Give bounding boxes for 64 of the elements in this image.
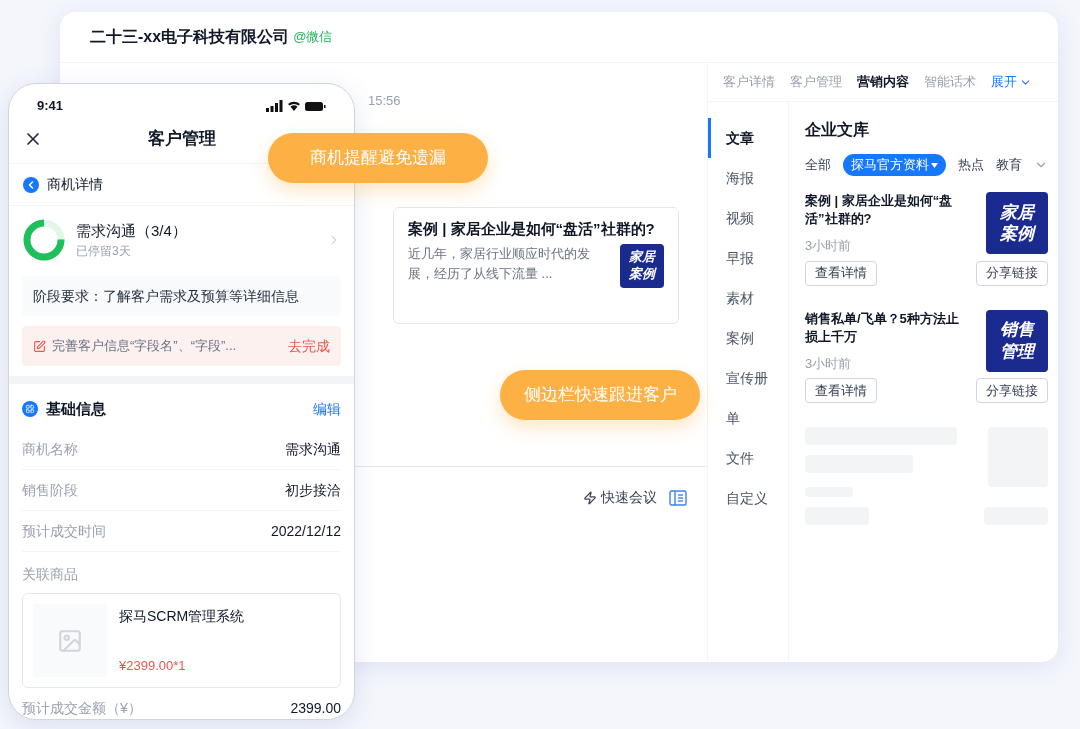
article-thumbnail: 销售 管理 [986, 309, 1048, 372]
caret-icon [931, 162, 938, 168]
category-nav-item[interactable]: 文章 [708, 118, 758, 158]
panel-tab[interactable]: 营销内容 [857, 72, 909, 92]
filter-chip[interactable]: 全部 [805, 155, 831, 175]
field-value: 需求沟通 [285, 439, 341, 459]
grid-icon [22, 401, 38, 417]
filter-chip[interactable]: 教育 [996, 155, 1022, 175]
status-time: 9:41 [37, 96, 64, 115]
share-link-button[interactable]: 分享链接 [976, 378, 1048, 403]
window-title: 二十三-xx电子科技有限公司 [90, 27, 290, 47]
category-nav-item[interactable]: 早报 [708, 238, 758, 278]
message-title: 案例 | 家居企业是如何“盘活”社群的? [408, 218, 656, 239]
stage-requirement: 阶段要求：了解客户需求及预算等详细信息 [22, 276, 341, 316]
library-title: 企业文库 [805, 120, 870, 140]
product-name: 探马SCRM管理系统 [119, 607, 245, 626]
category-nav-item[interactable]: 文件 [708, 438, 758, 478]
status-icons-drawing [266, 99, 326, 112]
edit-note-icon [33, 339, 46, 353]
category-nav-item[interactable]: 素材 [708, 278, 758, 318]
category-nav-item[interactable]: 自定义 [708, 478, 772, 518]
product-card[interactable]: 探马SCRM管理系统 ¥2399.00*1 [22, 593, 341, 688]
category-nav-item[interactable]: 海报 [708, 158, 758, 198]
task-text: 完善客户信息“字段名”、“字段”... [52, 337, 238, 356]
quick-meeting-button[interactable]: 快速会议 [583, 487, 657, 508]
article-time: 3小时前 [805, 354, 853, 373]
page-title: 客户管理 [147, 127, 216, 150]
article-title[interactable]: 销售私单/飞单？5种方法止损上千万 [805, 309, 965, 346]
share-link-button[interactable]: 分享链接 [976, 260, 1048, 286]
field-label: 预计成交时间 [22, 521, 106, 541]
view-details-button[interactable]: 查看详情 [805, 260, 877, 286]
filter-chip[interactable]: 热点 [958, 155, 984, 175]
source-tag: @微信 [293, 27, 333, 47]
field-label: 预计成交金额（¥） [22, 699, 142, 718]
message-time: 15:56 [368, 92, 402, 110]
field-value: 初步接洽 [285, 480, 341, 500]
callout-pill: 侧边栏快速跟进客户 [500, 370, 700, 420]
view-details-button[interactable]: 查看详情 [805, 378, 877, 403]
message-summary: 近几年，家居行业顺应时代的发展，经历了从线下流量 ... [408, 244, 591, 283]
category-nav-item[interactable]: 案例 [708, 318, 758, 358]
article-message-card[interactable]: 案例 | 家居企业是如何“盘活”社群的? 近几年，家居行业顺应时代的发展，经历了从线下流量 ... 家居 案例 [393, 206, 679, 324]
lightning-icon [583, 490, 597, 505]
callout-pill: 商机提醒避免遗漏 [268, 133, 488, 183]
article-thumbnail: 家居 案例 [620, 243, 664, 288]
article-thumbnail: 家居 案例 [986, 192, 1048, 254]
expand-button[interactable]: 展开 [991, 72, 1032, 92]
back-icon [23, 176, 39, 193]
article-title[interactable]: 案例 | 家居企业是如何“盘活”社群的? [805, 192, 965, 228]
field-value: 2022/12/12 [270, 521, 341, 541]
article-time: 3小时前 [805, 237, 853, 255]
stage-duration: 已停留3天 [76, 243, 132, 261]
stage-name: 需求沟通（3/4） [76, 220, 188, 241]
field-label: 销售阶段 [22, 480, 78, 500]
field-value: 2399.00 [290, 699, 341, 718]
sidebar-panel-icon[interactable] [669, 489, 687, 506]
category-nav-item[interactable]: 视频 [708, 198, 758, 238]
category-nav-item[interactable]: 宣传册 [708, 358, 772, 398]
field-label: 商机名称 [22, 439, 78, 459]
edit-link[interactable]: 编辑 [313, 398, 341, 420]
product-price: ¥2399.00*1 [119, 656, 187, 675]
filter-chip[interactable]: 探马官方资料 [843, 154, 946, 176]
field-label: 关联商品 [22, 565, 79, 584]
category-nav-item[interactable]: 单 [708, 398, 744, 438]
section-title: 基础信息 [46, 398, 106, 419]
